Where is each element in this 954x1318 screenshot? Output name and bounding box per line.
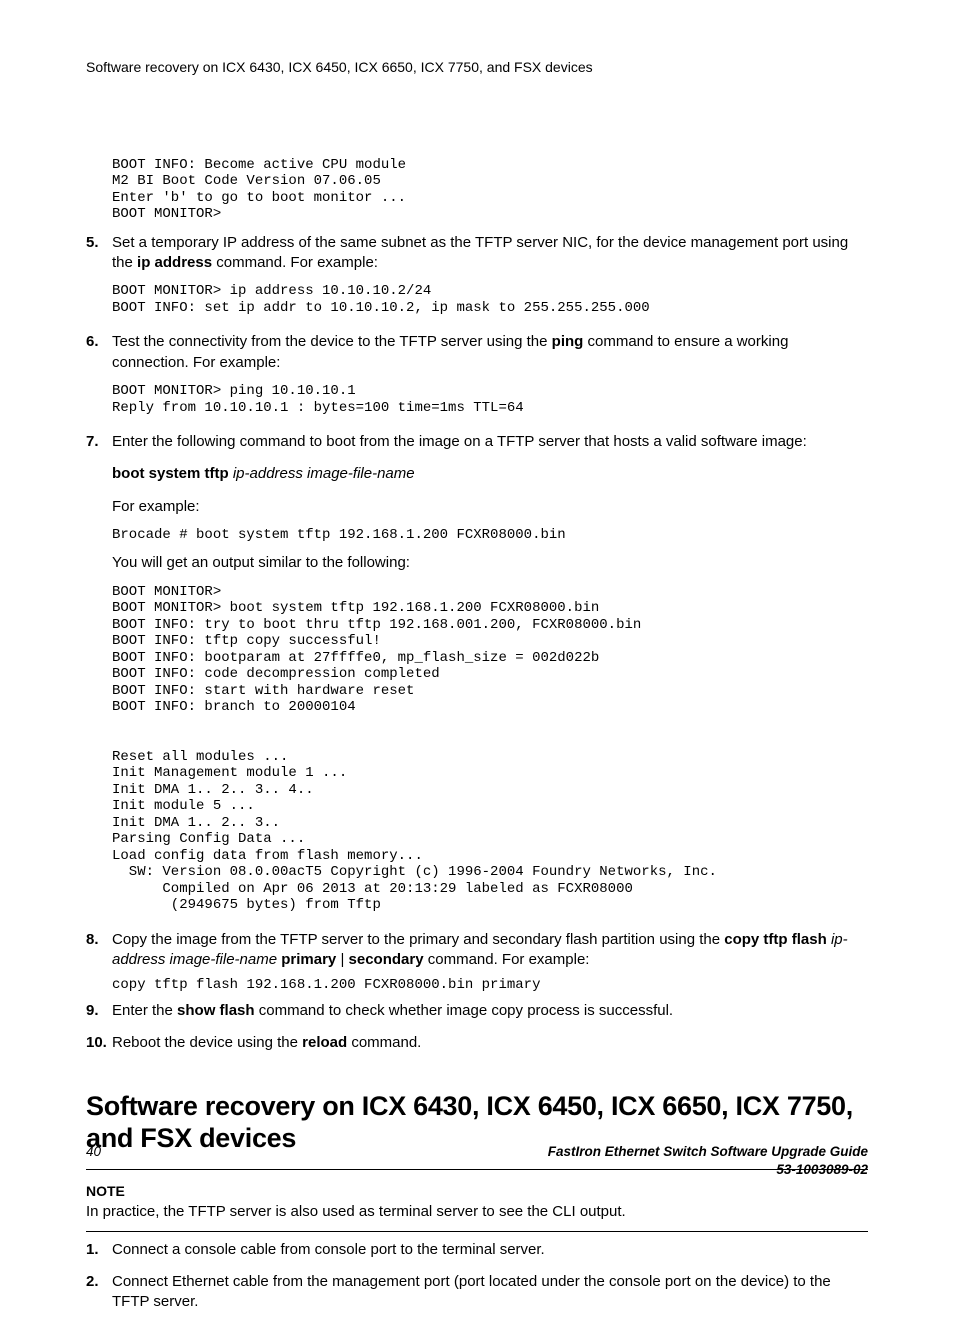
running-header: Software recovery on ICX 6430, ICX 6450,… xyxy=(86,58,868,77)
step-number: 7. xyxy=(86,432,112,924)
step-text: Copy the image from the TFTP server to t… xyxy=(112,930,868,971)
code-block: BOOT MONITOR> ping 10.10.10.1 Reply from… xyxy=(112,383,868,416)
step-number: 8. xyxy=(86,930,112,995)
step-number: 2. xyxy=(86,1272,112,1318)
step-text: You will get an output similar to the fo… xyxy=(112,553,868,573)
step-number: 1. xyxy=(86,1240,112,1266)
step-text: Connect Ethernet cable from the manageme… xyxy=(112,1272,868,1313)
note-label: NOTE xyxy=(86,1182,868,1201)
step-number: 9. xyxy=(86,1001,112,1027)
step-7: 7. Enter the following command to boot f… xyxy=(86,432,868,924)
command-name: copy tftp flash xyxy=(724,931,827,948)
footer-title: FastIron Ethernet Switch Software Upgrad… xyxy=(101,1143,868,1179)
section-step-1: 1. Connect a console cable from console … xyxy=(86,1240,868,1266)
code-block: Brocade # boot system tftp 192.168.1.200… xyxy=(112,527,868,544)
step-text: Enter the show flash command to check wh… xyxy=(112,1001,868,1021)
step-text: Connect a console cable from console por… xyxy=(112,1240,868,1260)
note-text: In practice, the TFTP server is also use… xyxy=(86,1202,868,1222)
step-text: Test the connectivity from the device to… xyxy=(112,332,868,373)
step-text: Reboot the device using the reload comma… xyxy=(112,1033,868,1053)
code-block: BOOT MONITOR> BOOT MONITOR> boot system … xyxy=(112,584,868,914)
code-line: copy tftp flash 192.168.1.200 FCXR08000.… xyxy=(112,976,868,995)
document-page: Software recovery on ICX 6430, ICX 6450,… xyxy=(0,0,954,1235)
code-block: BOOT INFO: Become active CPU module M2 B… xyxy=(112,157,868,223)
command-name: ping xyxy=(552,333,584,350)
command-name: show flash xyxy=(177,1002,255,1019)
note-rule xyxy=(86,1231,868,1232)
page-footer: 40 FastIron Ethernet Switch Software Upg… xyxy=(86,1143,868,1179)
step-text: Enter the following command to boot from… xyxy=(112,432,868,452)
step-10: 10. Reboot the device using the reload c… xyxy=(86,1033,868,1059)
step-5: 5. Set a temporary IP address of the sam… xyxy=(86,233,868,327)
step-6: 6. Test the connectivity from the device… xyxy=(86,332,868,426)
step-number: 6. xyxy=(86,332,112,426)
command-name: ip address xyxy=(137,254,212,271)
section-step-2: 2. Connect Ethernet cable from the manag… xyxy=(86,1272,868,1318)
step-text: For example: xyxy=(112,497,868,517)
step-text: Set a temporary IP address of the same s… xyxy=(112,233,868,274)
command-name: reload xyxy=(302,1034,347,1051)
section-steps-list: 1. Connect a console cable from console … xyxy=(86,1240,868,1318)
step-9: 9. Enter the show flash command to check… xyxy=(86,1001,868,1027)
code-block: BOOT MONITOR> ip address 10.10.10.2/24 B… xyxy=(112,283,868,316)
page-number: 40 xyxy=(86,1143,101,1179)
command-syntax: boot system tftp ip-address image-file-n… xyxy=(112,464,868,484)
note-block: NOTE In practice, the TFTP server is als… xyxy=(86,1182,868,1223)
step-8: 8. Copy the image from the TFTP server t… xyxy=(86,930,868,995)
intro-code-block: BOOT INFO: Become active CPU module M2 B… xyxy=(112,157,868,223)
steps-list: 5. Set a temporary IP address of the sam… xyxy=(86,233,868,1060)
step-number: 5. xyxy=(86,233,112,327)
step-number: 10. xyxy=(86,1033,112,1059)
